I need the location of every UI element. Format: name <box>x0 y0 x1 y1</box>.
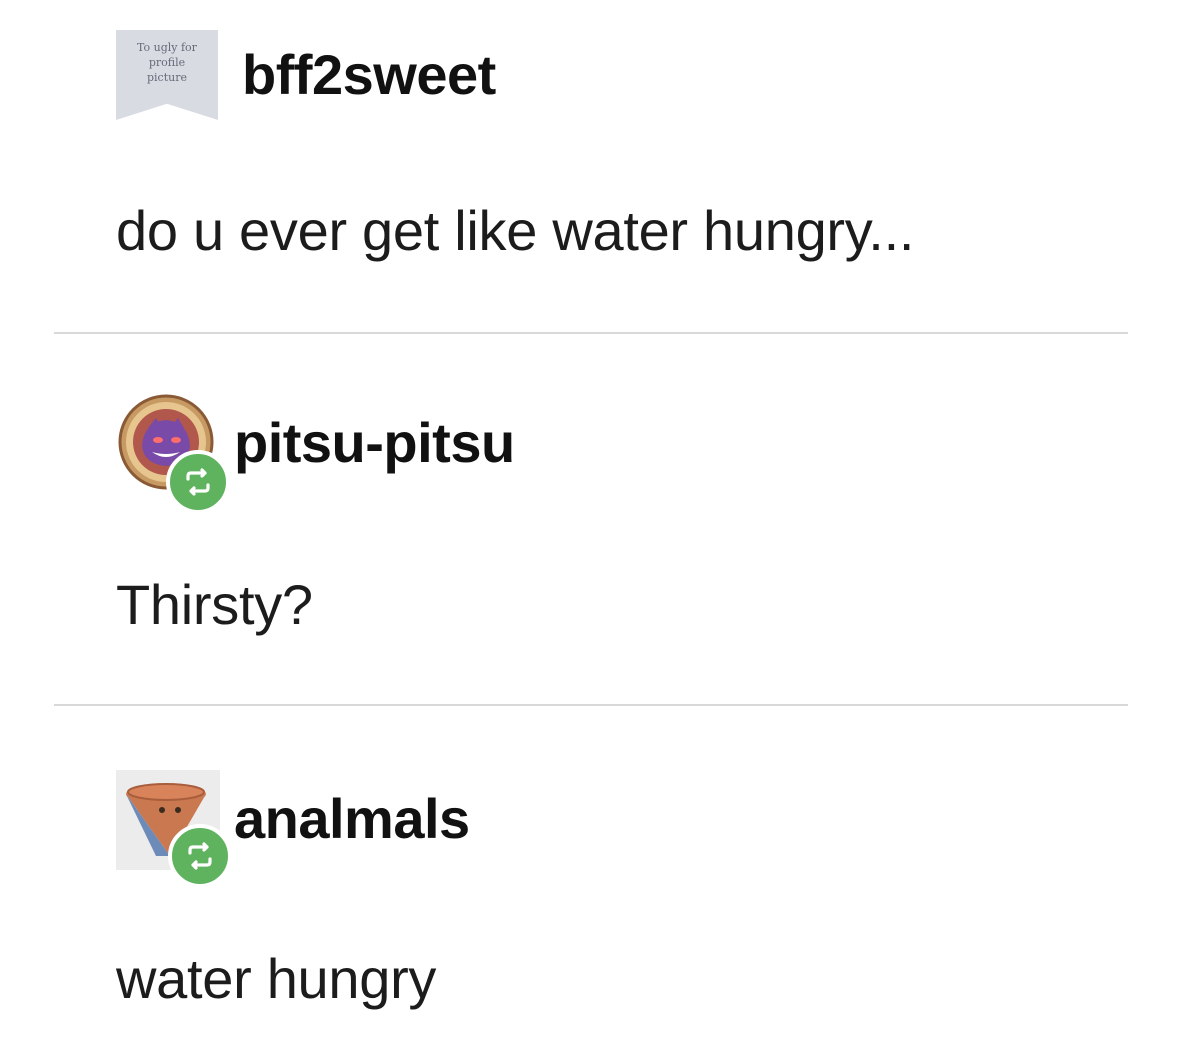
post-header: analmals <box>112 768 470 870</box>
post-header: pitsu-pitsu <box>112 392 515 514</box>
divider <box>54 704 1128 706</box>
avatar-text-line: To ugly for <box>137 41 197 54</box>
reblog-badge <box>168 824 232 888</box>
post-body: water hungry <box>116 947 437 1010</box>
post-body: do u ever get like water hungry... <box>116 199 915 262</box>
avatar-text-line: picture <box>147 71 187 84</box>
reblog-icon <box>188 842 212 870</box>
username[interactable]: pitsu-pitsu <box>234 410 515 475</box>
reblog-icon <box>186 468 210 496</box>
reblog-badge <box>166 450 230 514</box>
username[interactable]: analmals <box>234 786 470 851</box>
placeholder-avatar-icon: To ugly for profile picture <box>116 30 218 120</box>
post-body: Thirsty? <box>116 573 313 636</box>
avatar[interactable]: To ugly for profile picture <box>112 24 220 124</box>
divider <box>54 332 1128 334</box>
username[interactable]: bff2sweet <box>242 42 496 107</box>
post-header: To ugly for profile picture bff2sweet <box>112 24 496 124</box>
post-thread: To ugly for profile picture bff2sweet do… <box>0 0 1200 1044</box>
avatar-text-line: profile <box>148 56 186 69</box>
